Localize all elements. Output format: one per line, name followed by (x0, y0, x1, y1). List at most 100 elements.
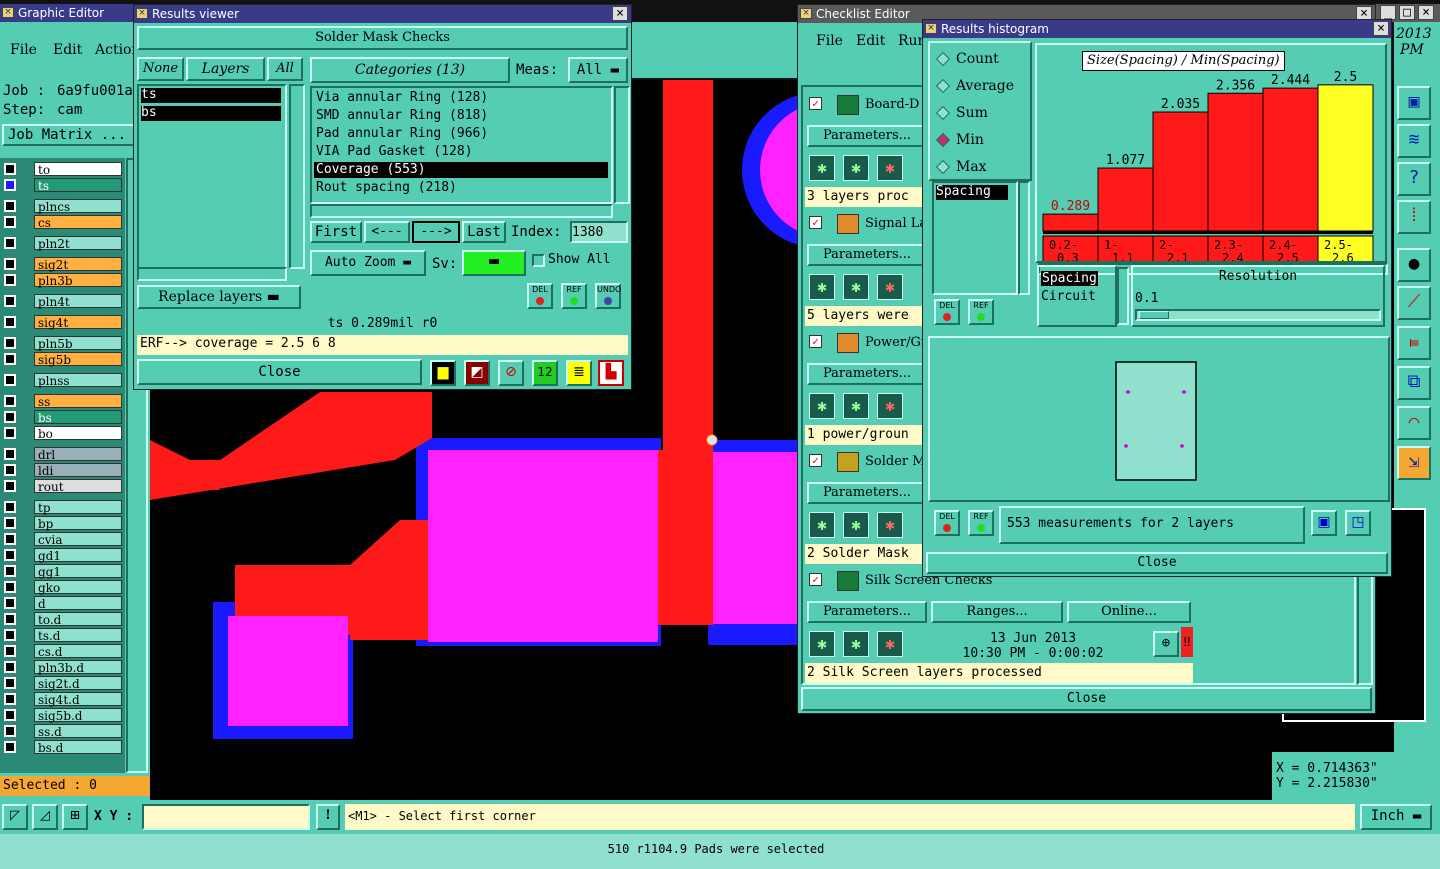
layer-checkbox[interactable] (4, 480, 16, 492)
layer-row[interactable]: to (4, 162, 122, 177)
layer-name[interactable]: ts.d (34, 628, 122, 643)
cl-close-button[interactable]: Close (801, 687, 1372, 711)
category-item[interactable]: Via annular Ring (128) (314, 90, 608, 106)
layer-row[interactable]: bs (4, 410, 122, 425)
category-item[interactable]: SMD annular Ring (818) (314, 108, 608, 124)
layer-checkbox[interactable] (4, 517, 16, 529)
layer-row[interactable]: gko (4, 580, 122, 595)
layer-row[interactable]: cvia (4, 532, 122, 547)
layer-checkbox[interactable] (4, 597, 16, 609)
layer-checkbox[interactable] (4, 661, 16, 673)
layer-name[interactable]: pln4t (34, 294, 122, 309)
layer-name[interactable]: rout (34, 479, 122, 494)
layer-name[interactable]: pln3b (34, 273, 122, 288)
check-item-checkbox[interactable]: ✓ (809, 573, 822, 586)
layer-checkbox[interactable] (4, 533, 16, 545)
layers-button[interactable]: Layers (186, 57, 265, 81)
tool-icon-3[interactable]: ⊞ (62, 804, 88, 830)
rv-layer-ts[interactable]: ts (141, 88, 281, 103)
layer-row[interactable]: pln2t (4, 236, 122, 251)
categories-button[interactable]: Categories (13) (310, 57, 510, 83)
resolution-thumb[interactable] (1139, 311, 1169, 319)
layer-row[interactable]: ts (4, 178, 122, 193)
rv-histogram-icon[interactable]: ▙ (598, 360, 624, 386)
layer-name[interactable]: bo (34, 426, 122, 441)
category-vscroll[interactable] (614, 86, 630, 204)
layer-name[interactable]: sig2t (34, 257, 122, 272)
tool-icon-1[interactable]: ◸ (2, 804, 28, 830)
rv-report-icon[interactable]: ≣ (566, 360, 592, 386)
shapes-icon[interactable]: ⧉ (1397, 366, 1431, 400)
rv-tool-icon-1[interactable]: ▆ (430, 360, 456, 386)
layer-checkbox[interactable] (4, 448, 16, 460)
histogram-chart[interactable]: 0.289 0.2-0.3 1.077 1-1.1 2.035 2-2.1 2.356 2.3… (1037, 45, 1385, 261)
layer-checkbox[interactable] (4, 464, 16, 476)
run-check-icon[interactable]: ✱ (843, 274, 869, 300)
prev-button[interactable]: <--- (364, 221, 410, 243)
pad-icon[interactable]: ● (1397, 248, 1431, 282)
layer-name[interactable]: ts (34, 178, 122, 193)
layer-checkbox[interactable] (4, 316, 16, 328)
layer-checkbox[interactable] (4, 274, 16, 286)
layer-checkbox[interactable] (4, 395, 16, 407)
layer-checkbox[interactable] (4, 163, 16, 175)
run-check-icon[interactable]: ✱ (809, 274, 835, 300)
layer-row[interactable]: gg1 (4, 564, 122, 579)
zoom-icon[interactable]: ⊕ (1153, 631, 1179, 657)
layer-name[interactable]: bs (34, 410, 122, 425)
layer-checkbox[interactable] (4, 427, 16, 439)
layer-name[interactable]: gg1 (34, 564, 122, 579)
layer-name[interactable]: sig4t.d (34, 692, 122, 707)
hg-del-button[interactable]: DEL (934, 299, 960, 325)
parameters-button[interactable]: Parameters... (807, 244, 927, 266)
layer-name[interactable]: d (34, 596, 122, 611)
layer-row[interactable]: tp (4, 500, 122, 515)
parameters-button[interactable]: Parameters... (807, 125, 927, 147)
layer-row[interactable]: pln3b.d (4, 660, 122, 675)
layer-checkbox[interactable] (4, 565, 16, 577)
layer-row[interactable]: rout (4, 479, 122, 494)
connect-icon[interactable]: ⟋ (1397, 286, 1431, 320)
radio-diamond-icon[interactable] (935, 105, 951, 121)
category-list[interactable]: Via annular Ring (128) SMD annular Ring (… (310, 86, 613, 204)
first-button[interactable]: First (310, 221, 362, 243)
layer-name[interactable]: gko (34, 580, 122, 595)
cl-menu-file[interactable]: File (816, 33, 843, 49)
layer-row[interactable]: bo (4, 426, 122, 441)
parameters-button[interactable]: Parameters... (807, 601, 927, 623)
close-button[interactable]: × (1418, 5, 1434, 20)
layer-checkbox[interactable] (4, 216, 16, 228)
histogram-bar[interactable] (1042, 213, 1099, 232)
layer-row[interactable]: ss.d (4, 724, 122, 739)
next-button[interactable]: ---> (412, 221, 460, 243)
layer-row[interactable]: drl (4, 447, 122, 462)
layer-checkbox[interactable] (4, 645, 16, 657)
sv-color-select[interactable]: ▬ (462, 250, 526, 276)
histogram-bar[interactable] (1097, 167, 1154, 232)
hg-ref-button[interactable]: REF (968, 299, 994, 325)
layer-checkbox[interactable] (4, 237, 16, 249)
layer-row[interactable]: ss (4, 394, 122, 409)
replace-layers-button[interactable]: Replace layers ▬ (137, 285, 301, 309)
radio-diamond-icon[interactable] (935, 51, 951, 67)
layer-name[interactable]: tp (34, 500, 122, 515)
run-check-icon[interactable]: ✱ (809, 512, 835, 538)
bracket-icon[interactable]: ⫢ (1397, 326, 1431, 360)
category-hscroll[interactable] (310, 204, 613, 218)
mode-radio-average[interactable]: Average (935, 78, 1026, 96)
resolution-slider[interactable] (1135, 309, 1381, 321)
layer-row[interactable]: sig5b.d (4, 708, 122, 723)
run-check-icon[interactable]: ✱ (809, 393, 835, 419)
undo-button[interactable]: UNDO (595, 283, 621, 309)
ranges-button[interactable]: Ranges... (931, 601, 1063, 623)
check-item-checkbox[interactable]: ✓ (809, 97, 822, 110)
rv-layers-hscroll[interactable] (137, 267, 287, 281)
layer-checkbox[interactable] (4, 411, 16, 423)
layer-select-list[interactable]: ts bs (137, 84, 287, 269)
histogram-bar[interactable] (1262, 87, 1319, 232)
view-icon[interactable]: ▣ (1397, 86, 1431, 120)
check-item-checkbox[interactable]: ✓ (809, 335, 822, 348)
rv-tool-icon-2[interactable]: ◩ (464, 360, 490, 386)
layer-checkbox[interactable] (4, 501, 16, 513)
layer-checkbox[interactable] (4, 725, 16, 737)
